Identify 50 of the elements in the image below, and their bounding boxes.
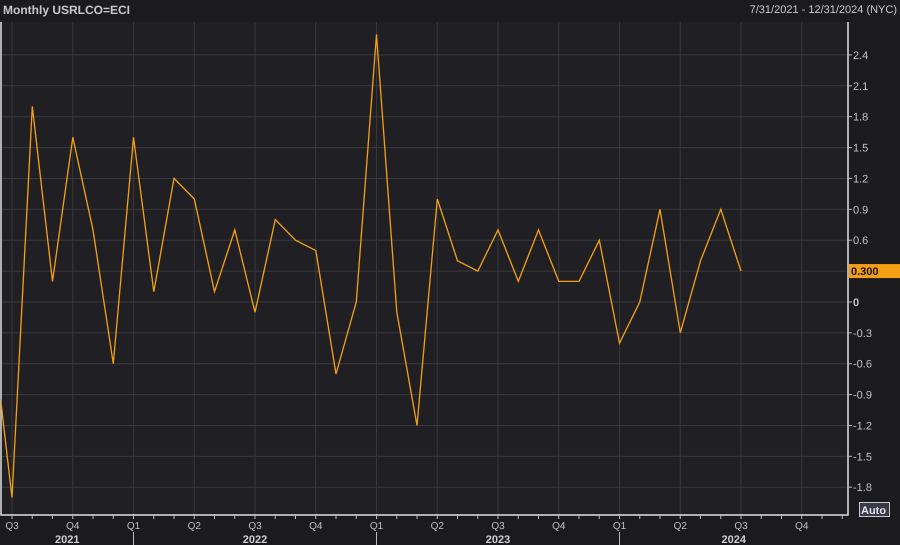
- date-range: 7/31/2021 - 12/31/2024 (NYC): [750, 2, 897, 18]
- y-tick-label: 0.9: [853, 204, 868, 216]
- y-tick-label: 0: [848, 296, 860, 309]
- y-tick-label: -0.3: [848, 328, 872, 340]
- x-tick-label: Q2: [430, 521, 444, 532]
- y-tick-label: 0.6: [853, 235, 868, 248]
- y-tick-label: 2.1: [848, 80, 868, 93]
- y-tick-label: 1.8: [853, 112, 868, 124]
- x-tick-label: Q4: [66, 521, 80, 532]
- x-tick-label: Q3: [734, 521, 748, 532]
- y-tick-label: 1.2: [848, 173, 868, 186]
- x-tick-label: Q2: [188, 521, 201, 532]
- year-label: 2023: [486, 534, 510, 545]
- y-tick-label: -1.2: [853, 420, 872, 432]
- y-tick-label: 2.1: [853, 80, 868, 93]
- x-tick-label: Q3: [491, 521, 505, 532]
- y-tick-label: -1.2: [848, 420, 872, 432]
- x-tick-label: Q4: [309, 521, 322, 532]
- y-tick-label: 2.4: [848, 50, 868, 62]
- y-tick-label: 1.5: [853, 142, 868, 155]
- year-label: 2021: [55, 534, 80, 545]
- x-tick-label: Q4: [795, 521, 808, 532]
- auto-button[interactable]: Auto: [859, 502, 890, 517]
- x-tick-label: Q3: [248, 521, 262, 532]
- y-tick-label: -0.9: [848, 390, 872, 402]
- y-tick-label: -0.6: [848, 358, 872, 371]
- x-tick-label: Q1: [370, 521, 384, 532]
- y-tick-label: -1.5: [853, 451, 872, 464]
- x-tick-label: Q1: [612, 521, 626, 532]
- y-tick-label: -1.8: [848, 482, 872, 494]
- y-tick-label: -0.6: [853, 358, 872, 371]
- y-tick-label: 0.6: [848, 235, 868, 248]
- x-tick-label: Q1: [126, 521, 140, 532]
- y-tick-label: 2.4: [853, 50, 868, 62]
- chart-title: Monthly USRLCO=ECI: [3, 2, 130, 19]
- y-tick-label: 1.5: [848, 142, 868, 155]
- y-tick-label: -0.3: [853, 328, 872, 340]
- y-tick-label: 0: [853, 296, 860, 309]
- year-label: 2022: [242, 534, 268, 545]
- x-tick-label: Q4: [552, 521, 566, 532]
- y-tick-label: -1.8: [853, 482, 872, 494]
- y-tick-label: 1.8: [848, 112, 868, 124]
- y-tick-label: -1.5: [848, 451, 872, 464]
- y-tick-label: 1.2: [853, 173, 868, 186]
- y-tick-label: 0.9: [848, 204, 868, 216]
- year-label: 2024: [722, 534, 746, 545]
- x-tick-label: Q3: [5, 521, 19, 532]
- x-tick-label: Q2: [674, 521, 687, 532]
- y-tick-label: -0.9: [853, 390, 872, 402]
- last-value-badge: 0.300: [849, 264, 900, 278]
